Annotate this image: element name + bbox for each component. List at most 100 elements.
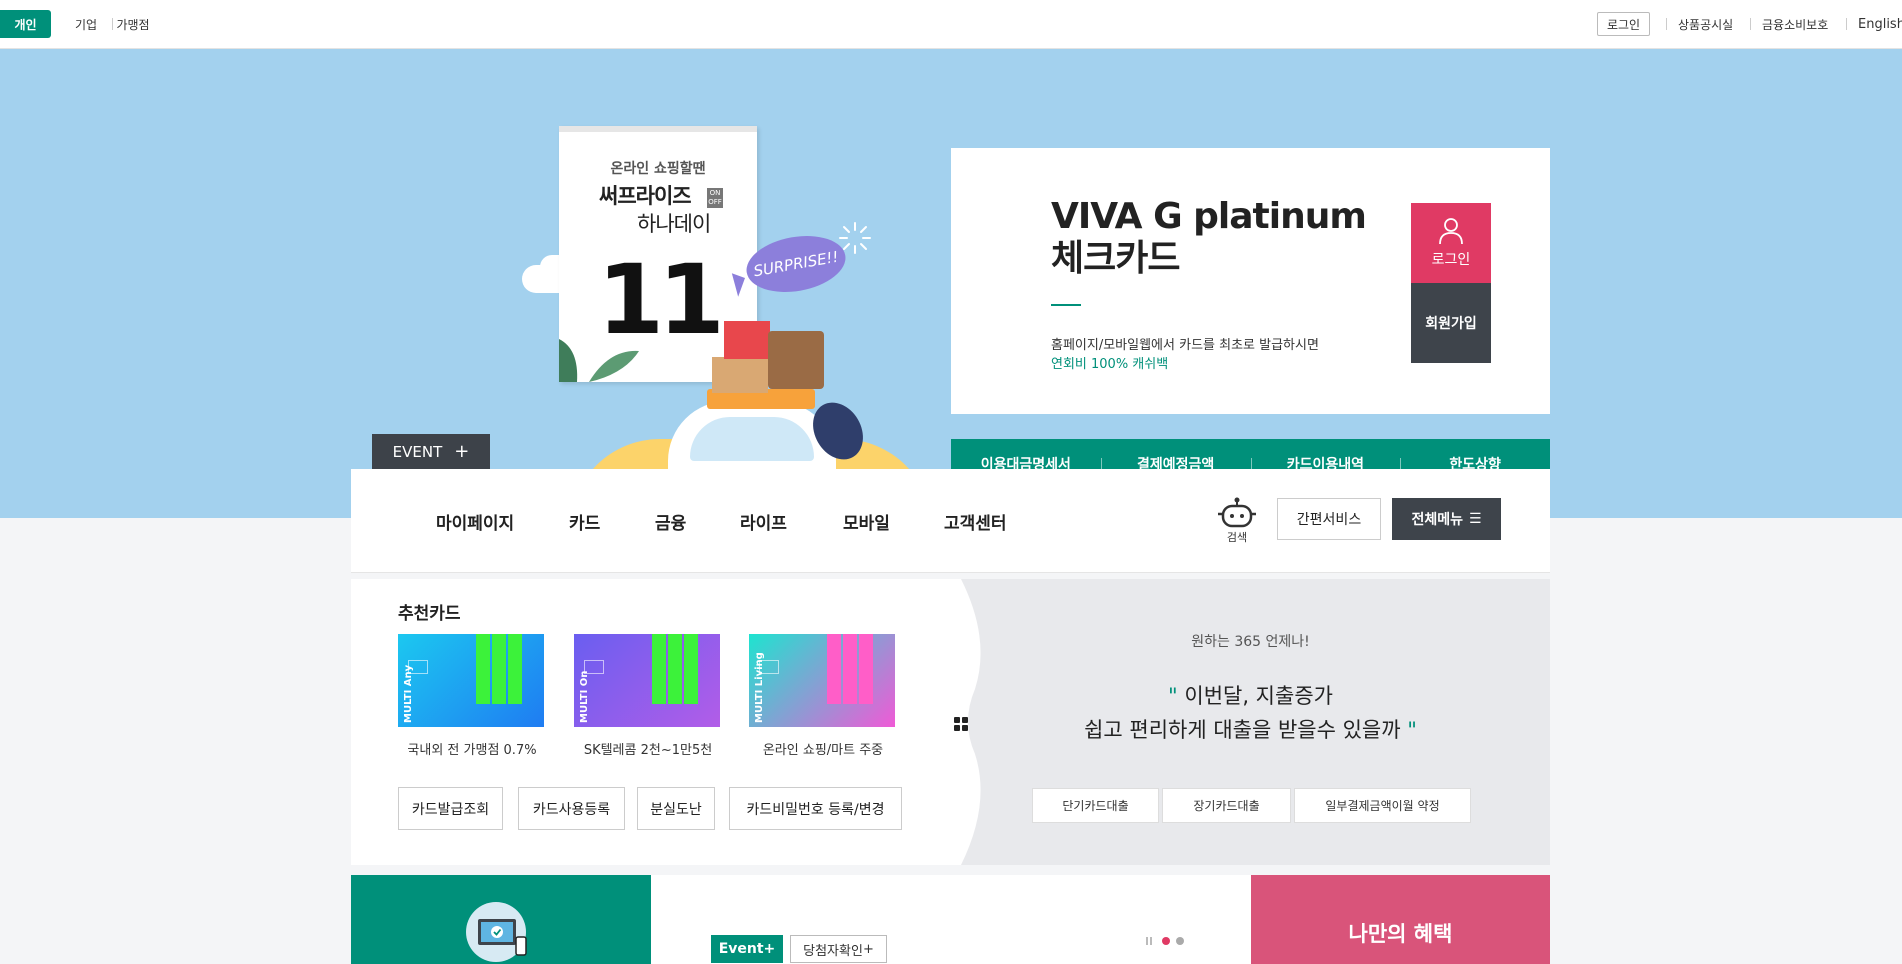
consumer-protection-link[interactable]: 금융소비보호 <box>1749 12 1828 36</box>
calendar-brand-line1: 써프라이즈 <box>599 184 692 208</box>
quote-open: " <box>1168 684 1178 708</box>
segment-business[interactable]: 기업 <box>60 10 113 38</box>
card-stripe <box>668 634 682 704</box>
english-link[interactable]: English <box>1846 12 1902 36</box>
sparkle-icon <box>839 222 871 254</box>
card-stripe <box>652 634 666 704</box>
login-label: 로그인 <box>1431 252 1471 268</box>
product-desc: 홈페이지/모바일웹에서 카드를 최초로 발급하시면 <box>1051 338 1319 353</box>
card-image: MULTI On <box>574 634 720 727</box>
gift-box <box>724 321 770 359</box>
card-pin-button[interactable]: 카드비밀번호 등록/변경 <box>729 787 902 830</box>
nav-mobile[interactable]: 모바일 <box>843 509 890 534</box>
join-button[interactable]: 회원가입 <box>1411 283 1491 363</box>
recommend-card[interactable]: MULTI Living 온라인 쇼핑/마트 주중 <box>749 634 897 758</box>
user-icon <box>1439 218 1463 245</box>
event-label: Event <box>718 941 764 957</box>
revolving-payment-button[interactable]: 일부결제금액이월 약정 <box>1294 788 1471 823</box>
monitor-icon <box>466 902 527 962</box>
winner-label: 당첨자확인 <box>803 943 863 959</box>
loan-message-line1: 이번달, 지출증가 <box>1184 684 1333 708</box>
event-tab-label: EVENT <box>392 442 443 461</box>
on-off-badge: ON OFF <box>707 188 723 208</box>
card-brand: MULTI Living <box>754 652 765 723</box>
plus-icon: + <box>454 440 470 462</box>
card-image: MULTI Living <box>749 634 895 727</box>
product-notice-link[interactable]: 상품공시실 <box>1665 12 1733 36</box>
all-menu-label: 전체메뉴 <box>1411 512 1463 528</box>
top-login-button[interactable]: 로그인 <box>1597 12 1650 36</box>
lost-stolen-button[interactable]: 분실도난 <box>637 787 715 830</box>
card-image: MULTI Any <box>398 634 544 727</box>
luggage-box <box>712 357 768 393</box>
recommend-title: 추천카드 <box>398 604 461 624</box>
card-stripe <box>843 634 857 704</box>
login-button[interactable]: 로그인 <box>1411 203 1491 283</box>
pause-icon[interactable] <box>1146 937 1152 945</box>
event-badge[interactable]: Event + <box>711 935 783 963</box>
segment-personal[interactable]: 개인 <box>0 10 51 38</box>
simple-service-button[interactable]: 간편서비스 <box>1277 498 1381 540</box>
recommend-section: 추천카드 MULTI Any 국내외 전 가맹점 0.7% MULTI On S… <box>351 579 951 865</box>
my-benefit-label: 나만의 혜택 <box>1348 922 1453 946</box>
calendar-subtitle: 온라인 쇼핑할땐 <box>610 161 706 177</box>
loan-section: 원하는 365 언제나! " 이번달, 지출증가 쉽고 편리하게 대출을 받을수… <box>951 579 1550 865</box>
app-promo-tile[interactable] <box>351 875 651 964</box>
all-menu-button[interactable]: 전체메뉴 ☰ <box>1392 498 1501 540</box>
card-caption: 국내외 전 가맹점 0.7% <box>407 743 537 758</box>
nav-card[interactable]: 카드 <box>569 509 600 534</box>
nav-life[interactable]: 라이프 <box>740 509 787 534</box>
card-stripe <box>684 634 698 704</box>
my-benefit-tile[interactable]: 나만의 혜택 <box>1251 875 1550 964</box>
card-caption: 온라인 쇼핑/마트 주중 <box>762 743 884 758</box>
card-stripe <box>827 634 841 704</box>
product-title-line2: 체크카드 <box>1051 238 1180 279</box>
quote-close: " <box>1407 718 1417 742</box>
nav-finance[interactable]: 금융 <box>655 509 686 534</box>
product-title: VIVA G platinum 체크카드 <box>1051 196 1367 280</box>
suitcase <box>768 331 824 389</box>
recommend-card[interactable]: MULTI Any 국내외 전 가맹점 0.7% <box>398 634 546 758</box>
card-stripe <box>508 634 522 704</box>
nav-customer-center[interactable]: 고객센터 <box>944 509 1007 534</box>
loan-subtitle: 원하는 365 언제나! <box>1191 634 1310 650</box>
carousel-dot-active[interactable] <box>1162 937 1170 945</box>
loan-message: " 이번달, 지출증가 쉽고 편리하게 대출을 받을수 있을까 " <box>951 679 1550 747</box>
recommend-card[interactable]: MULTI On SK텔레콤 2천~1만5천 <box>574 634 722 758</box>
card-stripe <box>492 634 506 704</box>
top-bar: 개인 기업 가맹점 로그인 상품공시실 금융소비보호 English <box>0 0 1902 49</box>
car-window <box>690 417 814 461</box>
segment-merchant[interactable]: 가맹점 <box>112 10 154 38</box>
hero-banner: 온라인 쇼핑할땐 써프라이즈 하나데이 ON OFF 11 SURPRISE!!… <box>0 49 1902 518</box>
product-title-line1: VIVA G platinum <box>1051 196 1367 237</box>
short-term-loan-button[interactable]: 단기카드대출 <box>1032 788 1159 823</box>
plus-icon: + <box>862 941 874 957</box>
plus-icon: + <box>763 941 776 957</box>
long-term-loan-button[interactable]: 장기카드대출 <box>1162 788 1291 823</box>
card-brand: MULTI Any <box>403 664 414 723</box>
product-card[interactable]: VIVA G platinum 체크카드 홈페이지/모바일웹에서 카드를 최초로… <box>951 148 1550 414</box>
card-issue-inquiry-button[interactable]: 카드발급조회 <box>398 787 503 830</box>
card-caption: SK텔레콤 2천~1만5천 <box>583 743 713 758</box>
product-desc-highlight: 연회비 100% 캐쉬백 <box>1051 357 1169 372</box>
carousel-dots <box>1146 937 1184 945</box>
nav-mypage[interactable]: 마이페이지 <box>436 509 514 534</box>
event-banner-tile: Event + 당첨자확인 + <box>651 875 1251 964</box>
card-stripe <box>859 634 873 704</box>
leaf-decoration <box>559 339 639 382</box>
winner-check-button[interactable]: 당첨자확인 + <box>790 935 887 963</box>
event-tab[interactable]: EVENT + <box>372 434 490 469</box>
robot-icon <box>1218 497 1256 528</box>
calendar-brand-line2: 하나데이 <box>637 212 711 236</box>
surprise-bubble: SURPRISE!! <box>742 228 850 300</box>
loan-message-line2: 쉽고 편리하게 대출을 받을수 있을까 <box>1084 718 1401 742</box>
hamburger-icon: ☰ <box>1468 511 1482 527</box>
card-stripe <box>476 634 490 704</box>
carousel-dot[interactable] <box>1176 937 1184 945</box>
card-brand: MULTI On <box>579 670 590 723</box>
divider <box>1051 304 1081 306</box>
search-label: 검색 <box>1226 531 1248 544</box>
main-nav: 마이페이지 카드 금융 라이프 모바일 고객센터 검색 간편서비스 전체메뉴 ☰ <box>351 469 1550 573</box>
card-register-button[interactable]: 카드사용등록 <box>518 787 625 830</box>
search-robot-button[interactable]: 검색 <box>1215 497 1259 547</box>
